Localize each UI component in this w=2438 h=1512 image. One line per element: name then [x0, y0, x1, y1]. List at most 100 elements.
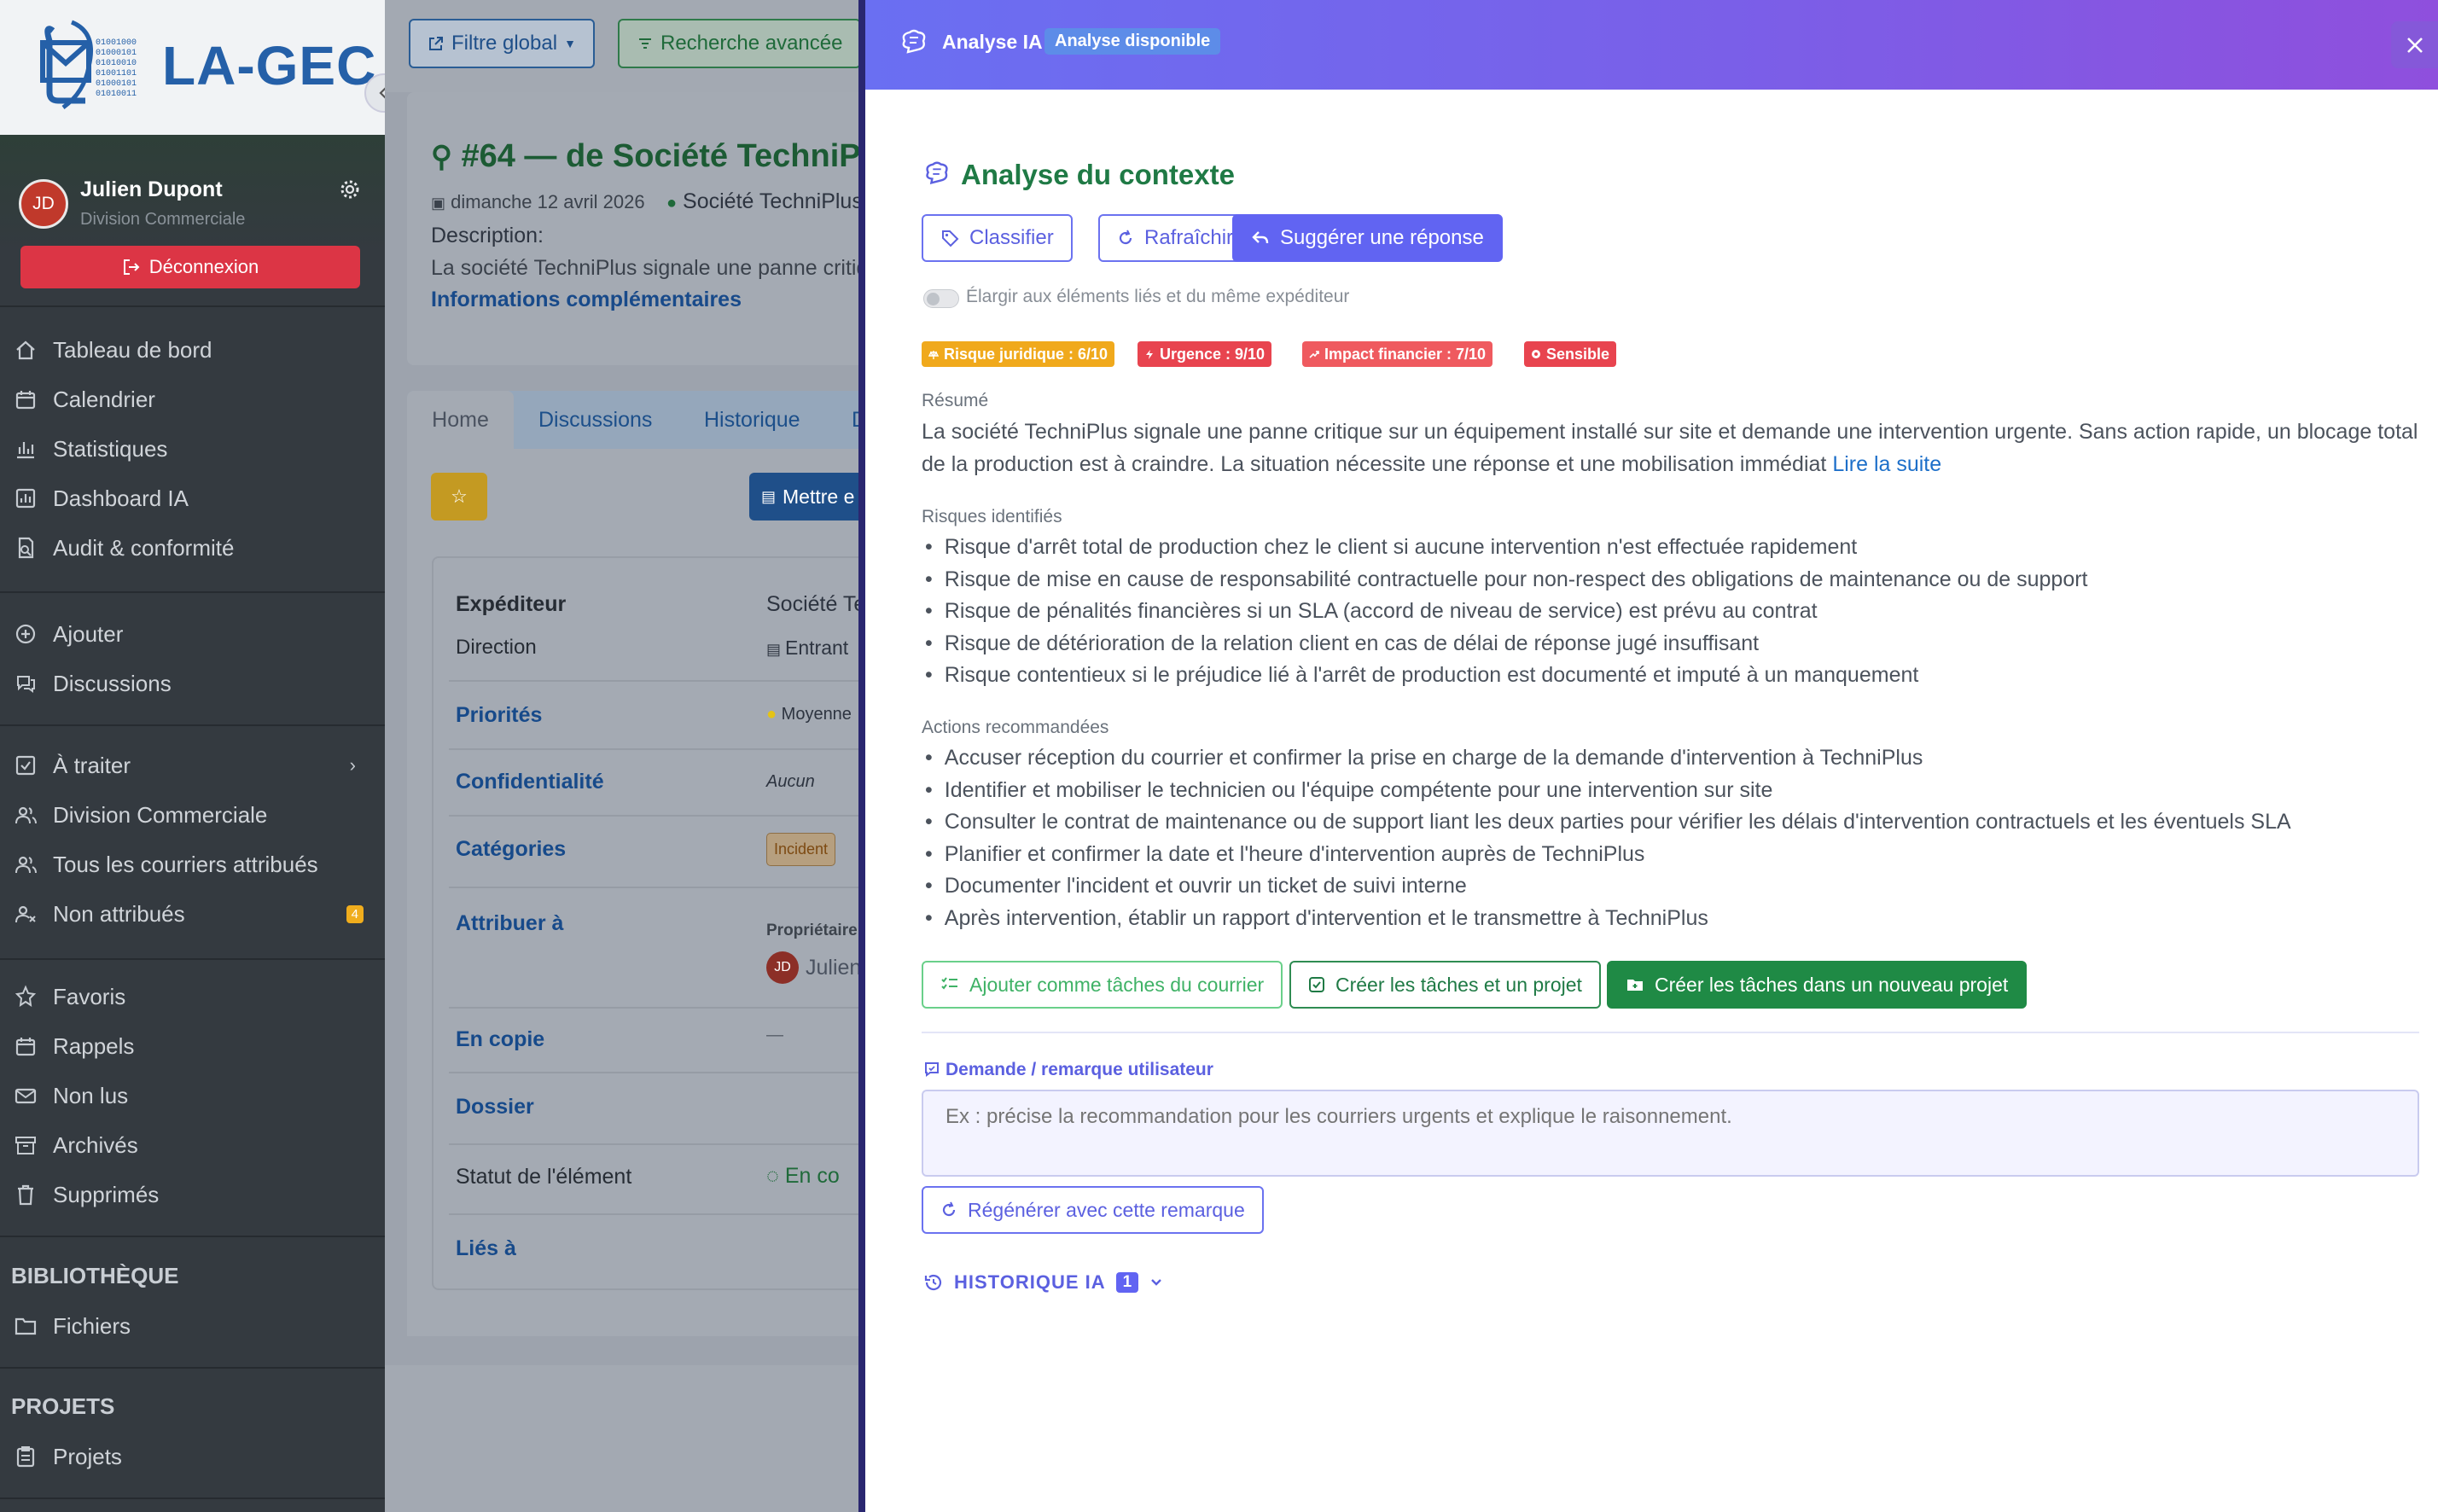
sidebar-item-division-commerciale[interactable]: Division Commerciale: [0, 793, 385, 837]
mail-sender-text: Société TechniPlus: [683, 189, 863, 213]
caret-down-icon: ▼: [564, 37, 576, 50]
archive-icon: [12, 1131, 39, 1159]
sidebar-item-archives[interactable]: Archivés: [0, 1123, 385, 1167]
summary-label: Résumé: [922, 391, 989, 410]
sidebar-item-tous-les-courriers-attribues[interactable]: Tous les courriers attribués: [0, 842, 385, 887]
create-project-label: Créer les tâches et un projet: [1335, 973, 1582, 996]
mail-icon: [12, 1082, 39, 1109]
divider: [0, 591, 385, 593]
close-icon: [2406, 37, 2423, 53]
divider: [449, 887, 893, 888]
ai-history-toggle[interactable]: HISTORIQUE IA 1: [923, 1271, 1164, 1294]
sidebar-item-fichiers[interactable]: Fichiers: [0, 1304, 385, 1348]
action-item: Planifier et confirmer la date et l'heur…: [925, 839, 2291, 871]
sidebar-item-tableau-de-bord[interactable]: Tableau de bord: [0, 328, 385, 372]
sidebar-item-ajouter[interactable]: Ajouter: [0, 612, 385, 656]
dot-icon: [1531, 349, 1541, 359]
create-project-button[interactable]: Créer les tâches et un projet: [1289, 961, 1601, 1009]
sidebar-item-calendrier[interactable]: Calendrier: [0, 377, 385, 422]
sidebar-item-statistiques[interactable]: Statistiques: [0, 427, 385, 471]
chevron-left-icon: [379, 87, 385, 99]
more-info-link[interactable]: Informations complémentaires: [431, 288, 742, 312]
tab-discussions[interactable]: Discussions: [538, 391, 652, 449]
suggest-reply-button[interactable]: Suggérer une réponse: [1232, 214, 1503, 262]
star-icon: ☆: [451, 486, 468, 507]
sidebar-item-label: Fichiers: [53, 1312, 131, 1339]
page-footer-area: [385, 1365, 863, 1512]
refresh-icon: [942, 1201, 956, 1217]
risk-tag-label: Sensible: [1546, 345, 1610, 363]
refresh-button[interactable]: Rafraîchir: [1098, 214, 1253, 262]
scale-icon: [928, 349, 939, 359]
extend-toggle[interactable]: [923, 289, 959, 308]
sidebar-item-a-traiter[interactable]: À traiter ›: [0, 743, 385, 788]
divider: [449, 815, 893, 817]
action-item: Documenter l'incident et ouvrir un ticke…: [925, 870, 2291, 903]
external-icon: [429, 37, 443, 50]
panel-title: Analyse IA: [942, 31, 1043, 53]
close-button[interactable]: [2391, 21, 2438, 68]
folder-link[interactable]: Dossier: [456, 1095, 534, 1119]
sidebar-item-label: Archivés: [53, 1131, 138, 1158]
folder-icon: [12, 1312, 39, 1340]
logo-digits-text: 01001101: [96, 69, 137, 79]
sidebar-item-dashboard-ia[interactable]: Dashboard IA: [0, 476, 385, 520]
risks-list: Risque d'arrêt total de production chez …: [925, 532, 2088, 692]
confidentiality-link[interactable]: Confidentialité: [456, 770, 604, 794]
avatar[interactable]: JD: [19, 179, 68, 229]
risks-label: Risques identifiés: [922, 507, 1062, 526]
chevron-down-icon: [1151, 1279, 1162, 1286]
sidebar-item-audit-conformite[interactable]: Audit & conformité: [0, 526, 385, 570]
spinner-icon: ◌: [766, 1164, 779, 1188]
cc-link[interactable]: En copie: [456, 1027, 544, 1052]
create-new-project-button[interactable]: Créer les tâches dans un nouveau projet: [1607, 961, 2028, 1009]
panel-header: Analyse IA Analyse disponible: [865, 0, 2438, 90]
logout-button[interactable]: Déconnexion: [20, 246, 360, 288]
sidebar-item-discussions[interactable]: Discussions: [0, 661, 385, 706]
global-filter-button[interactable]: Filtre global ▼: [409, 19, 595, 68]
direction-value: ▤ Entrant: [766, 637, 849, 659]
sidebar-item-rappels[interactable]: Rappels: [0, 1024, 385, 1068]
sidebar-item-non-lus[interactable]: Non lus: [0, 1073, 385, 1118]
assign-link[interactable]: Attribuer à: [456, 911, 563, 936]
description-label: Description:: [431, 224, 544, 247]
library-heading: BIBLIOTHÈQUE: [11, 1263, 179, 1288]
confidentiality-value: Aucun: [766, 772, 815, 791]
extend-toggle-label: Élargir aux éléments liés et du même exp…: [966, 287, 1350, 306]
categories-link[interactable]: Catégories: [456, 837, 566, 862]
status-label: Statut de l'élément: [456, 1165, 632, 1189]
risk-tag: Sensible: [1524, 341, 1617, 367]
sidebar-item-label: À traiter: [53, 752, 131, 778]
star-icon: [12, 983, 39, 1010]
divider: [449, 1072, 893, 1073]
read-more-link[interactable]: Lire la suite: [1832, 452, 1941, 476]
add-tasks-button[interactable]: Ajouter comme tâches du courrier: [922, 961, 1283, 1009]
priorities-link[interactable]: Priorités: [456, 703, 542, 728]
gear-icon[interactable]: [340, 179, 360, 200]
linked-link[interactable]: Liés à: [456, 1236, 516, 1261]
sidebar-item-projets[interactable]: Projets: [0, 1434, 385, 1479]
risk-item: Risque d'arrêt total de production chez …: [925, 532, 2088, 564]
risk-item: Risque contentieux si le préjudice lié à…: [925, 660, 2088, 692]
ai-history-label: HISTORIQUE IA: [954, 1271, 1106, 1293]
calendar-icon: [12, 386, 39, 413]
sidebar: 01001000 01000101 01010010 01001101 01000101…: [0, 0, 385, 1512]
classify-button[interactable]: Classifier: [922, 214, 1073, 262]
sidebar-item-non-attribues[interactable]: Non attribués 4: [0, 892, 385, 936]
user-x-icon: [12, 900, 39, 928]
logo-digits-text: 01000101: [96, 49, 137, 58]
tab-historique[interactable]: Historique: [704, 391, 800, 449]
action-item: Identifier et mobiliser le technicien ou…: [925, 775, 2291, 807]
user-request-label: Demande / remarque utilisateur: [946, 1060, 1213, 1079]
sidebar-item-label: Division Commerciale: [53, 801, 268, 828]
user-request-textarea[interactable]: [922, 1090, 2419, 1177]
advanced-search-label: Recherche avancée: [660, 32, 843, 55]
regenerate-button[interactable]: Régénérer avec cette remarque: [922, 1186, 1264, 1234]
advanced-search-button[interactable]: Recherche avancée: [618, 19, 862, 68]
risk-item: Risque de mise en cause de responsabilit…: [925, 564, 2088, 596]
sidebar-item-supprimes[interactable]: Supprimés: [0, 1172, 385, 1217]
sidebar-item-favoris[interactable]: Favoris: [0, 974, 385, 1019]
tab-home[interactable]: Home: [407, 391, 514, 449]
mail-title-text: #64 — de Société TechniPlus: [461, 138, 908, 174]
favorite-button[interactable]: ☆: [431, 473, 487, 520]
